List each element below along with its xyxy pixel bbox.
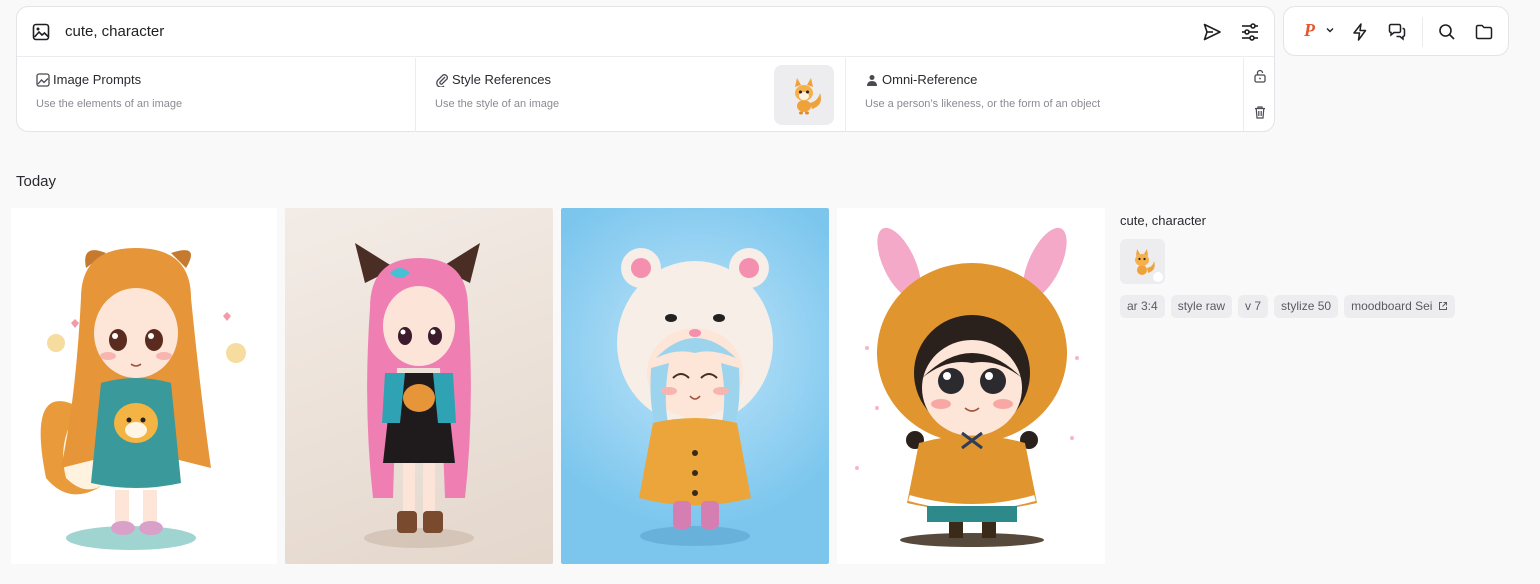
chevron-down-icon[interactable] bbox=[1325, 25, 1335, 35]
image-icon[interactable] bbox=[32, 23, 50, 41]
prompt-row: cute, character bbox=[17, 7, 1274, 57]
folder-icon[interactable] bbox=[1474, 22, 1494, 42]
omni-reference-section[interactable]: Omni-Reference Use a person’s likeness, … bbox=[846, 58, 1244, 132]
style-references-title: Style References bbox=[452, 72, 551, 87]
external-link-icon bbox=[1439, 302, 1448, 310]
toolbar-divider bbox=[1422, 17, 1423, 47]
image-prompts-title: Image Prompts bbox=[53, 72, 142, 87]
unlock-icon[interactable] bbox=[1253, 69, 1267, 83]
settings-sliders-icon[interactable] bbox=[1240, 22, 1260, 42]
style-reference-thumbnail[interactable] bbox=[1120, 239, 1165, 284]
tag-moodboard[interactable]: moodboard Sei bbox=[1344, 295, 1456, 318]
image-icon bbox=[36, 73, 50, 87]
style-references-subtitle: Use the style of an image bbox=[435, 98, 560, 110]
section-heading: Today bbox=[16, 173, 57, 190]
parameter-tags: ar 3:4 style raw v 7 stylize 50 moodboar… bbox=[1120, 295, 1456, 318]
lightning-icon[interactable] bbox=[1350, 22, 1370, 42]
top-toolbar: P bbox=[1283, 6, 1509, 56]
p-profile-icon[interactable]: P bbox=[1304, 20, 1315, 41]
tag-style[interactable]: style raw bbox=[1170, 295, 1233, 318]
job-prompt-text[interactable]: cute, character bbox=[1120, 213, 1206, 228]
prompt-card: cute, character Image Prompts Use the el… bbox=[16, 6, 1275, 132]
tag-stylize[interactable]: stylize 50 bbox=[1274, 295, 1339, 318]
omni-reference-title: Omni-Reference bbox=[882, 72, 978, 87]
gallery-image-1[interactable] bbox=[11, 208, 277, 564]
gallery-image-3[interactable] bbox=[561, 208, 829, 564]
omni-reference-subtitle: Use a person’s likeness, or the form of … bbox=[865, 98, 1101, 110]
gallery-image-2[interactable] bbox=[285, 208, 553, 564]
fox-character-icon bbox=[795, 78, 821, 115]
trash-icon[interactable] bbox=[1253, 105, 1267, 119]
style-reference-thumbnail[interactable] bbox=[774, 65, 834, 125]
tag-moodboard-label: moodboard Sei bbox=[1351, 299, 1433, 313]
gallery-image-4[interactable] bbox=[837, 208, 1105, 564]
search-icon[interactable] bbox=[1437, 22, 1457, 42]
tag-aspect-ratio[interactable]: ar 3:4 bbox=[1120, 295, 1165, 318]
prompt-input[interactable]: cute, character bbox=[65, 23, 164, 40]
send-icon[interactable] bbox=[1202, 22, 1222, 42]
image-prompts-subtitle: Use the elements of an image bbox=[36, 98, 183, 110]
tag-version[interactable]: v 7 bbox=[1238, 295, 1269, 318]
style-references-section[interactable]: Style References Use the style of an ima… bbox=[416, 58, 846, 132]
paperclip-icon bbox=[1153, 272, 1163, 282]
image-prompts-section[interactable]: Image Prompts Use the elements of an ima… bbox=[17, 58, 416, 132]
person-icon bbox=[867, 75, 877, 86]
chat-icon[interactable] bbox=[1387, 22, 1407, 42]
paperclip-icon bbox=[436, 74, 448, 87]
